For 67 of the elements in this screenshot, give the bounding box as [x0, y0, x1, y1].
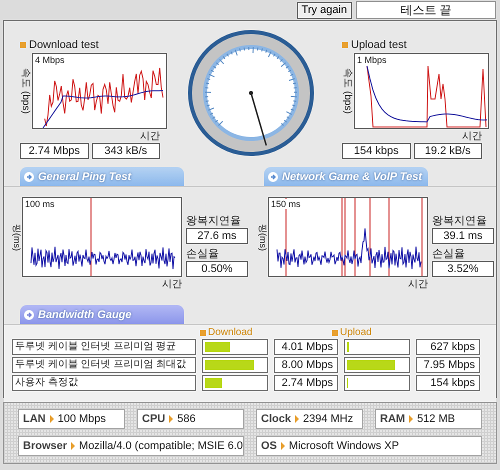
speed-value: 627 kbps: [416, 339, 480, 355]
info-label: Clock: [261, 413, 291, 425]
axis-label: 속도 (bps): [19, 68, 32, 114]
arrow-icon: [280, 442, 285, 450]
axis-label: 핑(ms): [10, 224, 22, 250]
bandwidth-tab[interactable]: Bandwidth Gauge: [20, 305, 184, 324]
loss-label: 손실율: [186, 247, 220, 261]
row-name: 두루넷 케이블 인터넷 프리미엄 최대값: [12, 357, 196, 373]
ping-tab[interactable]: Network Game & VoIP Test: [264, 167, 428, 186]
arrow-icon: [409, 415, 414, 423]
speed-value: 154 kbps: [416, 375, 480, 391]
info-label: OS: [261, 440, 277, 452]
info-label: RAM: [380, 413, 406, 425]
scale-label: 100 ms: [25, 199, 56, 209]
info-label: CPU: [142, 413, 166, 425]
speed-value: 7.95 Mbps: [416, 357, 480, 373]
column-header: Download: [200, 327, 252, 338]
arrow-icon: [294, 415, 299, 423]
status-field: 테스트 끝: [356, 1, 496, 19]
info-label: Browser: [23, 440, 68, 452]
speed-value: 2.74 Mbps: [274, 375, 338, 391]
loss-value: 0.50%: [186, 261, 248, 277]
test-title: Download test: [20, 39, 99, 51]
axis-label: 시간: [162, 279, 182, 290]
arrow-icon: [169, 415, 174, 423]
rate-value: 154 kbps: [342, 143, 410, 159]
axis-label: 시간: [408, 279, 428, 290]
bullet-icon: [342, 42, 348, 48]
axis-label: 시간: [140, 131, 160, 142]
speed-value: 8.00 Mbps: [274, 357, 338, 373]
try-again-button[interactable]: Try again: [296, 2, 352, 18]
loss-label: 손실율: [432, 247, 466, 261]
info-value: 100 Mbps: [58, 413, 106, 425]
info-value: 512 MB: [417, 413, 455, 425]
rate-value: 2.74 Mbps: [20, 143, 88, 159]
throughput-value: 19.2 kB/s: [414, 143, 482, 159]
speed-value: 4.01 Mbps: [274, 339, 338, 355]
info-value: Microsoft Windows XP: [288, 440, 399, 452]
arrow-icon: [71, 442, 76, 450]
info-value: Mozilla/4.0 (compatible; MSIE 6.0: [79, 440, 243, 452]
latency-label: 왕복지연율: [432, 214, 488, 228]
info-value: 2394 MHz: [302, 413, 354, 425]
arrow-icon: [24, 172, 34, 182]
bullet-icon: [332, 330, 338, 336]
latency-value: 27.6 ms: [186, 228, 248, 244]
axis-label: 시간: [462, 131, 482, 142]
column-header: Upload: [332, 327, 372, 338]
scale-label: 150 ms: [271, 199, 302, 209]
row-name: 사용자 측정값: [12, 375, 196, 391]
latency-value: 39.1 ms: [432, 228, 494, 244]
arrow-icon: [268, 172, 278, 182]
arrow-icon: [50, 415, 54, 423]
arrow-icon: [24, 310, 34, 320]
loss-value: 3.52%: [432, 261, 494, 277]
info-label: LAN: [23, 413, 46, 425]
throughput-value: 343 kB/s: [92, 143, 160, 159]
axis-label: 핑(ms): [256, 224, 268, 250]
test-title: Upload test: [342, 39, 407, 51]
info-value: 586: [177, 413, 196, 425]
bullet-icon: [200, 330, 206, 336]
scale-label: 1 Mbps: [357, 55, 388, 65]
row-name: 두루넷 케이블 인터넷 프리미엄 평균: [12, 339, 196, 355]
scale-label: 4 Mbps: [35, 55, 66, 65]
latency-label: 왕복지연율: [186, 214, 242, 228]
axis-label: 속도 (bps): [341, 68, 354, 114]
bullet-icon: [20, 42, 26, 48]
ping-tab[interactable]: General Ping Test: [20, 167, 184, 186]
